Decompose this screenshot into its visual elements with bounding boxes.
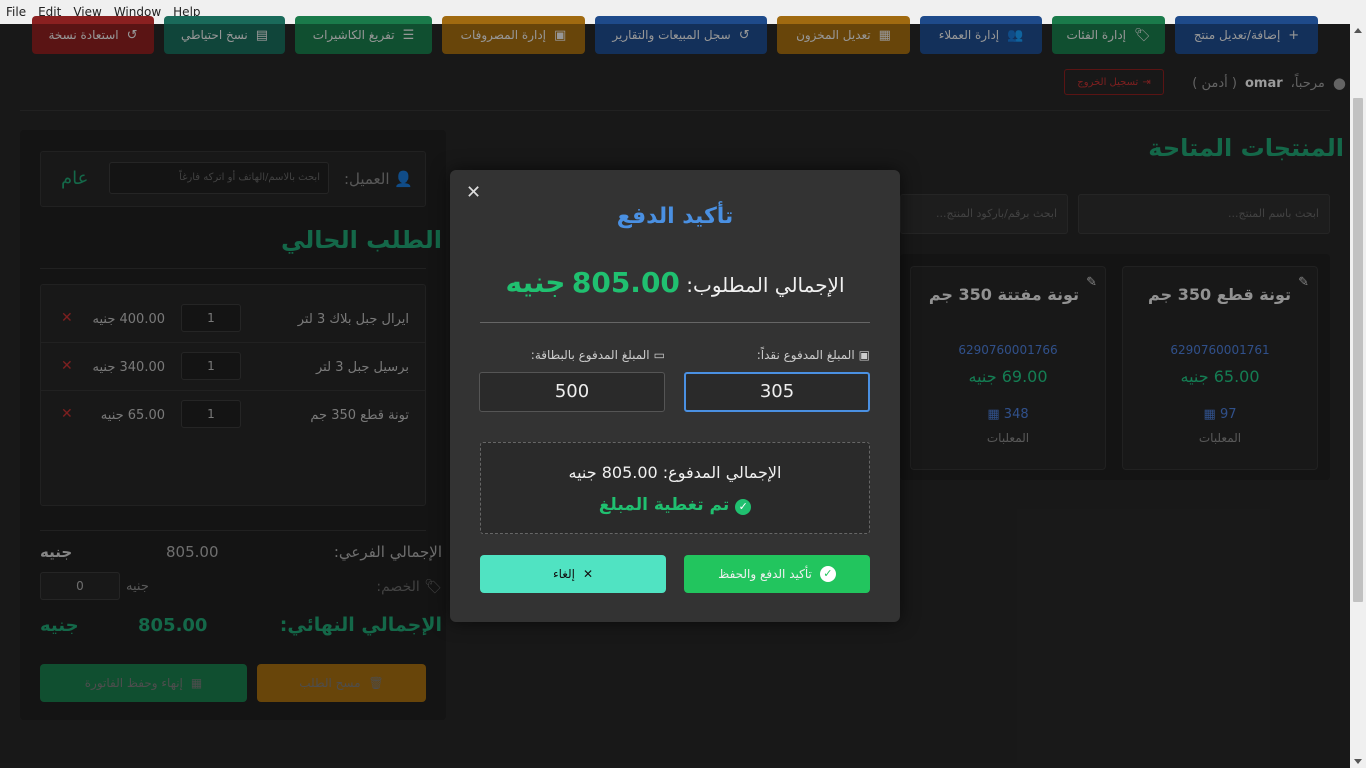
credit-card-icon: ▭: [653, 348, 665, 362]
scrollbar[interactable]: [1350, 24, 1366, 768]
payment-confirm-dialog: ✕ تأكيد الدفع الإجمالي المطلوب: 805.00 ج…: [450, 170, 900, 622]
check-circle-icon: ✓: [735, 499, 752, 515]
confirm-payment-button[interactable]: ✓ تأكيد الدفع والحفظ: [684, 555, 870, 593]
scroll-down-icon[interactable]: [1354, 759, 1362, 764]
divider: [480, 322, 870, 323]
card-amount-input[interactable]: 500: [479, 372, 665, 412]
close-icon: ✕: [583, 567, 594, 581]
menu-file[interactable]: File: [0, 5, 32, 19]
check-circle-icon: ✓: [819, 566, 836, 582]
cash-amount-input[interactable]: 305: [684, 372, 870, 412]
cash-label: ▣ المبلغ المدفوع نقداً:: [756, 348, 870, 362]
paid-total: الإجمالي المدفوع: 805.00 جنيه: [568, 463, 782, 482]
cancel-button[interactable]: ✕ إلغاء: [480, 555, 666, 593]
card-label: ▭ المبلغ المدفوع بالبطاقة:: [530, 348, 665, 362]
covered-status: ✓ تم تغطية المبلغ: [481, 495, 869, 515]
money-icon: ▣: [858, 348, 870, 362]
scroll-thumb[interactable]: [1353, 98, 1363, 602]
close-icon[interactable]: ✕: [466, 182, 481, 203]
dialog-title: تأكيد الدفع: [616, 204, 734, 229]
payment-summary: الإجمالي المدفوع: 805.00 جنيه ✓ تم تغطية…: [480, 442, 870, 534]
total-required: الإجمالي المطلوب: 805.00 جنيه: [505, 266, 845, 299]
scroll-up-icon[interactable]: [1354, 28, 1362, 33]
